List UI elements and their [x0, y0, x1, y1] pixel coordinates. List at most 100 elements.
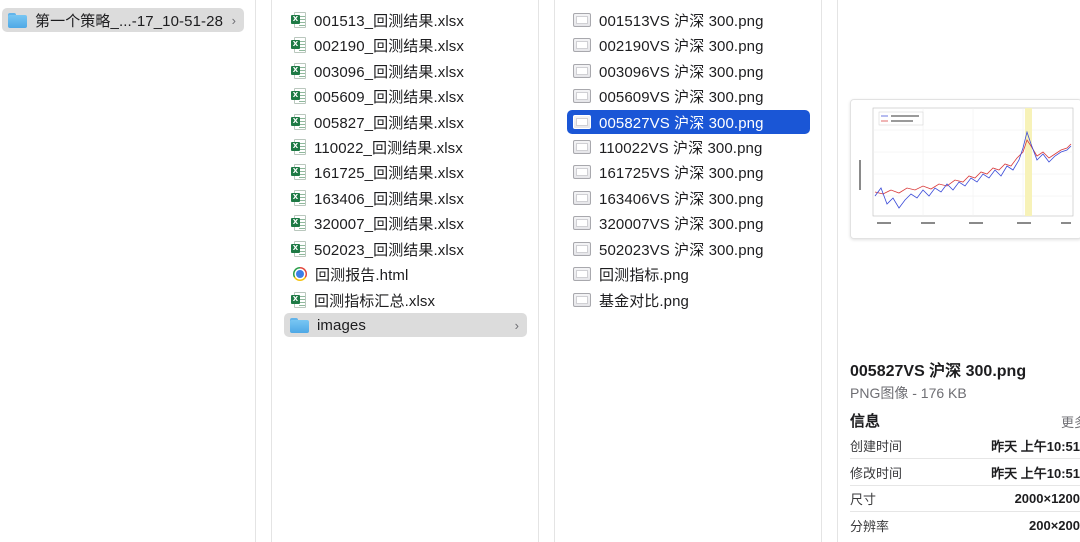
info-value: 2000×1200	[1014, 491, 1080, 506]
file-item[interactable]: X 001513_回测结果.xlsx	[286, 8, 526, 32]
image-preview-thumbnail[interactable]	[850, 99, 1080, 239]
file-item[interactable]: X 502023_回测结果.xlsx	[286, 237, 526, 261]
file-item[interactable]: X 161725_回测结果.xlsx	[286, 160, 526, 184]
image-item[interactable]: 003096VS 沪深 300.png	[567, 59, 810, 83]
file-item[interactable]: X 163406_回测结果.xlsx	[286, 186, 526, 210]
parent-folder-label: 第一个策略_...-17_10-51-28	[35, 12, 224, 30]
folder-icon	[290, 317, 309, 333]
png-icon	[573, 293, 591, 307]
file-name: 163406_回测结果.xlsx	[314, 190, 464, 208]
more-link[interactable]: 更多	[1061, 412, 1080, 431]
file-item[interactable]: X 002190_回测结果.xlsx	[286, 33, 526, 57]
info-value: 昨天 上午10:51	[991, 466, 1080, 481]
file-name: 502023VS 沪深 300.png	[599, 241, 764, 259]
xlsx-icon: X	[291, 88, 306, 104]
png-icon	[573, 38, 591, 52]
column-divider	[255, 0, 256, 542]
image-item[interactable]: 基金对比.png	[567, 288, 810, 312]
file-name: 163406VS 沪深 300.png	[599, 190, 764, 208]
info-row-modified: 修改时间 昨天 上午10:51	[850, 460, 1080, 486]
image-item[interactable]: 002190VS 沪深 300.png	[567, 33, 810, 57]
column-divider	[538, 0, 539, 542]
file-name: 005827_回测结果.xlsx	[314, 114, 464, 132]
png-icon	[573, 115, 591, 129]
info-label: 创建时间	[850, 439, 903, 454]
png-icon	[573, 267, 591, 281]
info-label: 尺寸	[850, 492, 877, 507]
image-item[interactable]: 005609VS 沪深 300.png	[567, 84, 810, 108]
file-name: 回测指标.png	[599, 266, 689, 284]
image-item[interactable]: 110022VS 沪深 300.png	[567, 135, 810, 159]
images-column: 001513VS 沪深 300.png 002190VS 沪深 300.png …	[555, 0, 821, 542]
folder-icon	[8, 12, 27, 28]
chart-thumbnail-graphic	[851, 100, 1080, 238]
info-heading: 信息	[850, 413, 881, 430]
image-item[interactable]: 163406VS 沪深 300.png	[567, 186, 810, 210]
xlsx-icon: X	[291, 37, 306, 53]
png-icon	[573, 242, 591, 256]
file-name: 005609VS 沪深 300.png	[599, 88, 764, 106]
info-row-dimensions: 尺寸 2000×1200	[850, 486, 1080, 512]
file-item[interactable]: X 320007_回测结果.xlsx	[286, 211, 526, 235]
file-name: 161725VS 沪深 300.png	[599, 164, 764, 182]
image-item-selected[interactable]: 005827VS 沪深 300.png	[567, 110, 810, 134]
png-icon	[573, 191, 591, 205]
info-value: 200×200	[1029, 517, 1080, 533]
files-column: X 001513_回测结果.xlsx X 002190_回测结果.xlsx X …	[272, 0, 538, 542]
xlsx-icon: X	[291, 114, 306, 130]
file-name: 110022_回测结果.xlsx	[314, 139, 463, 157]
file-name: 502023_回测结果.xlsx	[314, 241, 464, 259]
image-item[interactable]: 502023VS 沪深 300.png	[567, 237, 810, 261]
parent-column: 第一个策略_...-17_10-51-28 ›	[0, 0, 255, 542]
file-name: 005609_回测结果.xlsx	[314, 88, 464, 106]
info-row-created: 创建时间 昨天 上午10:51	[850, 433, 1080, 459]
file-name: 回测报告.html	[315, 266, 409, 284]
info-value: 昨天 上午10:51	[991, 439, 1080, 454]
chrome-icon	[293, 267, 307, 281]
png-icon	[573, 216, 591, 230]
chevron-right-icon: ›	[514, 317, 519, 333]
xlsx-icon: X	[291, 215, 306, 231]
file-name: images	[317, 316, 366, 334]
image-item[interactable]: 回测指标.png	[567, 262, 810, 286]
image-item[interactable]: 161725VS 沪深 300.png	[567, 160, 810, 184]
preview-file-title: 005827VS 沪深 300.png	[850, 363, 1027, 380]
file-name: 002190VS 沪深 300.png	[599, 37, 764, 55]
parent-folder-item[interactable]: 第一个策略_...-17_10-51-28 ›	[2, 8, 244, 32]
xlsx-icon: X	[291, 139, 306, 155]
image-item[interactable]: 320007VS 沪深 300.png	[567, 211, 810, 235]
file-name: 320007VS 沪深 300.png	[599, 215, 764, 233]
png-icon	[573, 89, 591, 103]
file-name: 002190_回测结果.xlsx	[314, 37, 464, 55]
file-name: 003096VS 沪深 300.png	[599, 63, 764, 81]
png-icon	[573, 64, 591, 78]
file-name: 110022VS 沪深 300.png	[599, 139, 763, 157]
chevron-right-icon: ›	[231, 12, 236, 28]
png-icon	[573, 165, 591, 179]
png-icon	[573, 13, 591, 27]
xlsx-icon: X	[291, 63, 306, 79]
file-name: 161725_回测结果.xlsx	[314, 164, 464, 182]
xlsx-icon: X	[291, 190, 306, 206]
info-label: 分辨率	[850, 518, 890, 534]
file-item[interactable]: X 005827_回测结果.xlsx	[286, 110, 526, 134]
png-icon	[573, 140, 591, 154]
xlsx-icon: X	[291, 241, 306, 257]
file-name: 基金对比.png	[599, 292, 689, 310]
file-name: 003096_回测结果.xlsx	[314, 63, 464, 81]
xlsx-icon: X	[291, 292, 306, 308]
file-name: 回测指标汇总.xlsx	[314, 292, 436, 310]
info-row-resolution: 分辨率 200×200	[850, 512, 1080, 538]
file-item[interactable]: X 003096_回测结果.xlsx	[286, 59, 526, 83]
image-item[interactable]: 001513VS 沪深 300.png	[567, 8, 810, 32]
file-item[interactable]: X 110022_回测结果.xlsx	[286, 135, 526, 159]
file-name: 001513VS 沪深 300.png	[599, 12, 764, 30]
file-item[interactable]: X 005609_回测结果.xlsx	[286, 84, 526, 108]
file-item[interactable]: X 回测指标汇总.xlsx	[286, 288, 526, 312]
preview-file-subtitle: PNG图像 - 176 KB	[850, 385, 967, 401]
images-folder-item[interactable]: images ›	[284, 313, 527, 337]
file-item[interactable]: 回测报告.html	[286, 262, 526, 286]
file-name: 320007_回测结果.xlsx	[314, 215, 464, 233]
file-name: 001513_回测结果.xlsx	[314, 12, 464, 30]
xlsx-icon: X	[291, 12, 306, 28]
